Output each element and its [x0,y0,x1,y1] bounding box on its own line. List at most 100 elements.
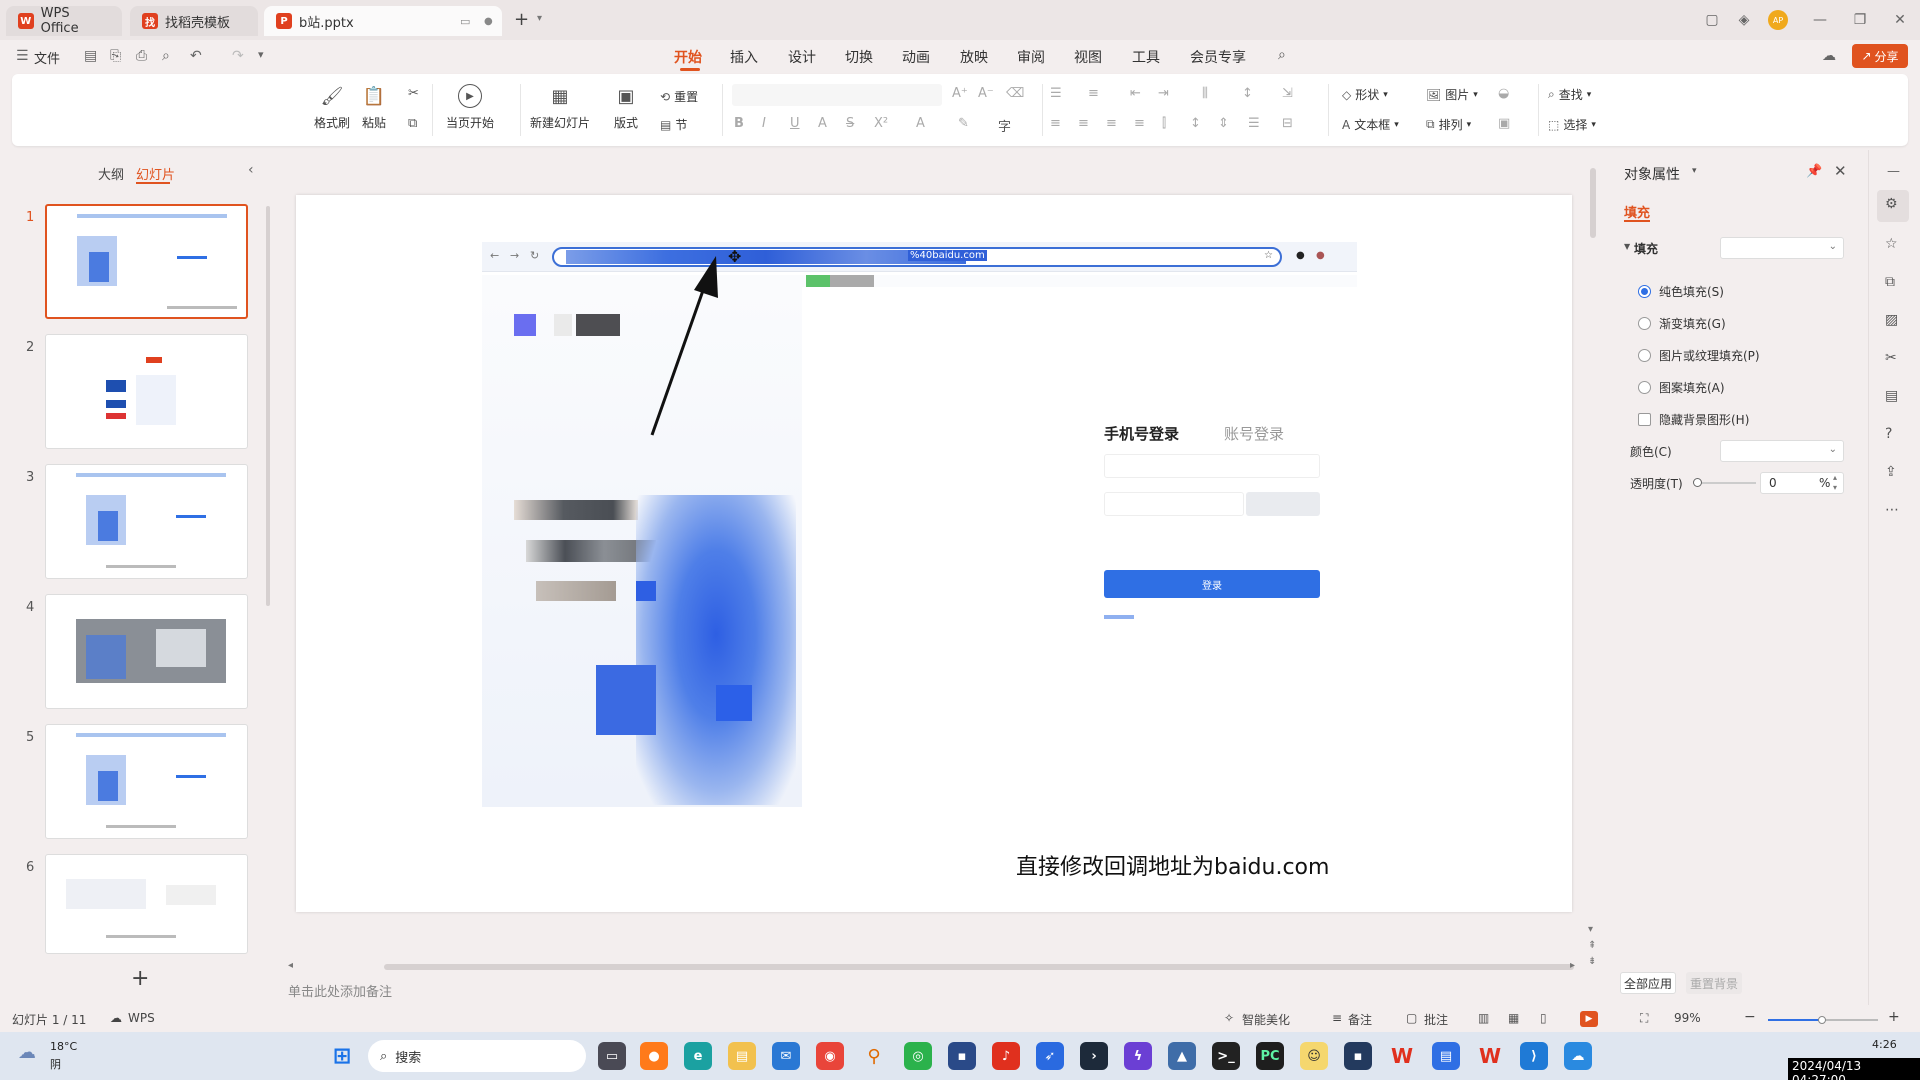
slide-thumbnail-6[interactable] [45,854,248,954]
line-spacing-icon[interactable]: ↕ [1190,116,1201,131]
menu-tools[interactable]: 工具 [1132,47,1160,67]
gradient-fill-option[interactable]: 渐变填充(G) [1638,315,1726,332]
minimize-strip-icon[interactable]: — [1887,164,1900,179]
slide-thumbnail-4[interactable] [45,594,248,709]
beautify-button[interactable]: 智能美化 [1242,1011,1290,1028]
justify-icon[interactable]: ≡ [1134,116,1145,131]
select-button[interactable]: ⬚ 选择 ▾ [1548,116,1596,133]
hide-background-option[interactable]: 隐藏背景图形(H) [1638,411,1749,428]
netease-music-icon[interactable]: ♪ [992,1042,1020,1070]
copy-icon[interactable]: ⧉ [408,116,417,131]
line-spacing-2-icon[interactable]: ☰ [1248,116,1260,131]
restore-icon[interactable]: ❐ [1846,8,1874,32]
transparency-slider-track[interactable] [1696,482,1756,484]
avatar[interactable]: AP [1768,10,1788,30]
arrange-button[interactable]: ⧉ 排列 ▾ [1426,116,1471,133]
panel-title-chevron-icon[interactable]: ▾ [1692,166,1697,176]
mail-icon[interactable]: ✉ [772,1042,800,1070]
play-slideshow-icon[interactable]: ▶ [1580,1011,1598,1027]
file-menu[interactable]: 文件 [34,48,60,67]
align-right-icon[interactable]: ≡ [1106,116,1117,131]
pin-icon[interactable]: 📌 [1806,164,1822,179]
windows-start-icon[interactable]: ⊞ [328,1042,356,1070]
new-tab-icon[interactable]: + [514,9,529,30]
decrease-font-icon[interactable]: A⁻ [978,86,994,101]
strikethrough-icon[interactable]: A [818,116,827,131]
increase-font-icon[interactable]: A⁺ [952,86,968,101]
cube-icon[interactable]: ◈ [1730,8,1758,32]
photos-icon[interactable]: ☁ [1564,1042,1592,1070]
paste-button[interactable]: 📋 粘贴 [362,84,386,131]
bullets-icon[interactable]: ☰ [1050,86,1062,101]
tab-fill[interactable]: 填充 [1624,202,1650,221]
normal-view-icon[interactable]: ▥ [1478,1011,1489,1025]
menu-design[interactable]: 设计 [788,47,816,67]
monitor-app-icon[interactable]: ▲ [1168,1042,1196,1070]
new-slide-button[interactable]: ▦ 新建幻灯片 [530,84,590,131]
underline-icon[interactable]: U [790,116,800,131]
increase-indent-icon[interactable]: ⇥ [1158,86,1169,101]
collapse-panel-icon[interactable]: ‹ [248,162,254,178]
help-icon[interactable]: ? [1885,426,1892,442]
menu-transition[interactable]: 切换 [845,47,873,67]
prev-slide-icon[interactable]: ⇞ [1588,940,1596,951]
notes-button[interactable]: 备注 [1348,1011,1372,1028]
zoom-in-icon[interactable]: + [1888,1009,1900,1025]
columns-icon[interactable]: ⫼ [1202,86,1208,101]
solid-fill-option[interactable]: 纯色填充(S) [1638,283,1724,300]
chrome-icon[interactable]: ◉ [816,1042,844,1070]
window-layout-icon[interactable]: ▢ [1698,8,1726,32]
fill-icon[interactable]: ◒ [1498,86,1509,101]
cloud-icon[interactable]: ☁ [1822,48,1836,64]
picture-fill-radio[interactable] [1638,349,1651,362]
beautify-icon[interactable]: ✧ [1224,1011,1234,1025]
vscode-icon[interactable]: ⟩ [1520,1042,1548,1070]
scroll-left-icon[interactable]: ◂ [288,960,293,971]
vertical-scrollbar[interactable] [1590,168,1596,238]
fit-window-icon[interactable]: ⛶ [1640,1011,1648,1026]
section-collapse-icon[interactable]: ▼ [1624,242,1630,251]
smart-art-icon[interactable]: ⊟ [1282,116,1293,131]
cloud-sync-icon[interactable]: ☁ [110,1011,122,1025]
weather-cloud-icon[interactable]: ☁ [18,1042,36,1063]
menu-home[interactable]: 开始 [674,47,702,67]
slide-canvas[interactable]: ← → ↻ %40baidu.com ☆ ● ● ✥ 手机号登录 账号登录 登录… [296,195,1572,912]
redo-icon[interactable]: ↷ [232,48,244,64]
pattern-fill-option[interactable]: 图案填充(A) [1638,379,1725,396]
tab-slides[interactable]: 幻灯片 [136,164,175,183]
distribute-icon[interactable]: ⫿ [1162,116,1166,131]
hide-background-checkbox[interactable] [1638,413,1651,426]
picture-fill-option[interactable]: 图片或纹理填充(P) [1638,347,1760,364]
reset-background-button[interactable]: 重置背景 [1686,972,1742,994]
weather-desc[interactable]: 阴 [50,1056,61,1072]
app-icon[interactable]: ▪ [1344,1042,1372,1070]
quick-access-chevron-icon[interactable]: ▾ [258,48,264,61]
tab-wps-office[interactable]: W WPS Office [6,6,122,36]
menu-view[interactable]: 视图 [1074,47,1102,67]
notes-icon[interactable]: ≡ [1332,1011,1342,1025]
textbox-button[interactable]: A 文本框 ▾ [1342,116,1399,133]
share-panel-icon[interactable]: ⇪ [1885,464,1897,480]
color-select[interactable]: ⌄ [1720,440,1844,462]
highlight-icon[interactable]: ✎ [958,116,969,131]
tab-list-chevron-icon[interactable]: ▾ [537,13,542,24]
italic-icon[interactable]: I [762,116,766,131]
more-icon[interactable]: ⋯ [1885,502,1899,518]
close-window-icon[interactable]: ✕ [1886,8,1914,32]
align-text-icon[interactable]: ⇲ [1282,86,1293,101]
pycharm-icon[interactable]: PC [1256,1042,1284,1070]
horizontal-scrollbar[interactable] [384,964,1574,970]
reading-view-icon[interactable]: ▯ [1540,1011,1547,1025]
slide-thumbnail-3[interactable] [45,464,248,579]
search-icon[interactable]: ⌕ [1278,47,1286,63]
cut-icon[interactable]: ✂ [408,86,419,101]
paragraph-spacing-icon[interactable]: ⇕ [1218,116,1229,131]
stepper-down-icon[interactable]: ▾ [1833,483,1837,492]
properties-icon[interactable]: ⚙ [1885,196,1898,212]
section-button[interactable]: ▤ 节 [660,116,687,133]
font-name-select[interactable] [732,84,942,106]
find-button[interactable]: ⌕ 查找 ▾ [1548,86,1591,103]
decrease-indent-icon[interactable]: ⇤ [1130,86,1141,101]
format-painter-button[interactable]: 🖌 格式刷 [314,84,350,131]
terminal-app-icon[interactable]: ▪ [948,1042,976,1070]
